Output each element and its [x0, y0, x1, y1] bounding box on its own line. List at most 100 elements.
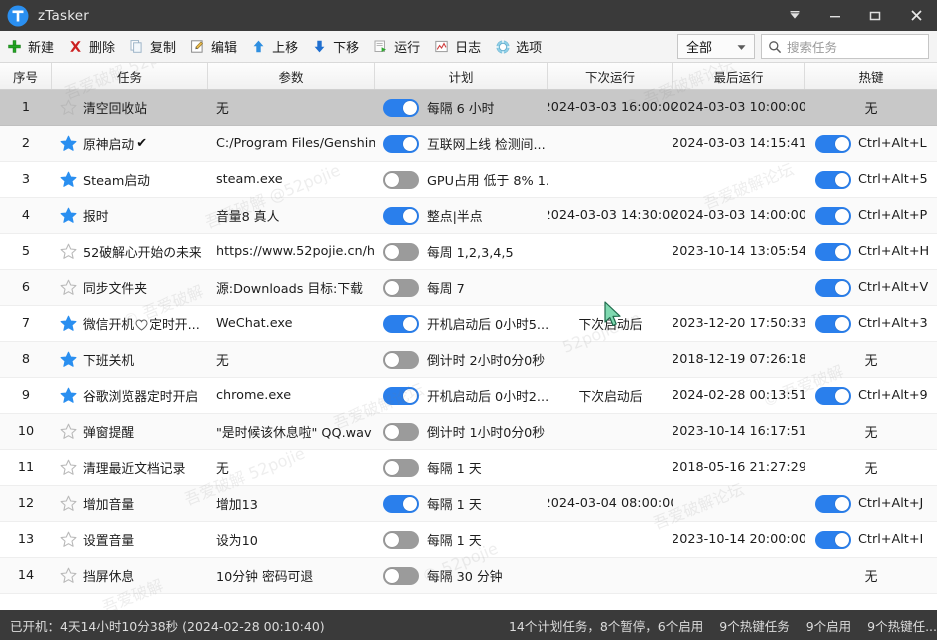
plan-toggle[interactable] — [383, 495, 419, 513]
hotkey-toggle[interactable] — [815, 315, 851, 333]
hotkey-toggle[interactable] — [815, 171, 851, 189]
table-row[interactable]: 552破解心开始の未来https://www.52pojie.cn/ho...每… — [0, 234, 937, 270]
star-icon[interactable] — [60, 567, 77, 584]
table-row[interactable]: 3Steam启动steam.exeGPU占用 低于 8% 1...Ctrl+Al… — [0, 162, 937, 198]
star-icon[interactable] — [60, 207, 77, 224]
plan-cell: 每隔 1 天 — [375, 450, 548, 485]
filter-select-value: 全部 — [678, 37, 712, 56]
column-header-param[interactable]: 参数 — [208, 63, 375, 89]
plan-toggle[interactable] — [383, 423, 419, 441]
log-button[interactable]: 日志 — [427, 32, 488, 62]
task-name: 增加音量 — [83, 494, 134, 513]
param-cell: 无 — [208, 450, 375, 485]
close-icon[interactable] — [895, 0, 937, 31]
task-cell: 谷歌浏览器定时开启 — [52, 378, 208, 413]
hotkey-toggle[interactable] — [815, 387, 851, 405]
plan-toggle[interactable] — [383, 351, 419, 369]
table-row[interactable]: 11清理最近文档记录无每隔 1 天2018-05-16 21:27:29无 — [0, 450, 937, 486]
minimize-icon[interactable] — [815, 0, 855, 31]
last-run-cell: 2023-10-14 13:05:54 — [673, 234, 805, 269]
plan-toggle[interactable] — [383, 279, 419, 297]
column-header-hotkey[interactable]: 热键 — [805, 63, 937, 89]
search-input[interactable]: 搜索任务 — [761, 34, 929, 59]
hotkey-toggle[interactable] — [815, 495, 851, 513]
star-icon[interactable] — [60, 171, 77, 188]
column-header-next[interactable]: 下次运行 — [548, 63, 673, 89]
column-header-index[interactable]: 序号 — [0, 63, 52, 89]
plan-toggle[interactable] — [383, 243, 419, 261]
run-button-label: 运行 — [394, 37, 420, 56]
toggle-knob — [385, 245, 399, 259]
run-button[interactable]: 运行 — [366, 32, 427, 62]
plan-toggle[interactable] — [383, 531, 419, 549]
table-row[interactable]: 7微信开机定时开...WeChat.exe开机启动后 0小时5...下次启动后2… — [0, 306, 937, 342]
chevron-down-icon[interactable] — [775, 0, 815, 31]
table-row[interactable]: 1清空回收站无每隔 6 小时2024-03-03 16:00:002024-03… — [0, 90, 937, 126]
table-row[interactable]: 2原神启动✔C:/Program Files/Genshin ...互联网上线 … — [0, 126, 937, 162]
new-button[interactable]: 新建 — [0, 32, 61, 62]
edit-button[interactable]: 编辑 — [183, 32, 244, 62]
star-icon[interactable] — [60, 531, 77, 548]
plan-toggle[interactable] — [383, 171, 419, 189]
hotkey-text: Ctrl+Alt+9 — [858, 388, 928, 403]
toggle-knob — [385, 461, 399, 475]
star-icon[interactable] — [60, 279, 77, 296]
next-run-cell — [548, 162, 673, 197]
star-icon[interactable] — [60, 135, 77, 152]
task-name: 原神启动 — [83, 134, 134, 153]
plan-text: 每隔 6 小时 — [427, 98, 494, 117]
table-row[interactable]: 10弹窗提醒"是时候该休息啦" QQ.wav倒计时 1小时0分0秒2023-10… — [0, 414, 937, 450]
star-icon[interactable] — [60, 243, 77, 260]
table-row[interactable]: 8下班关机无倒计时 2小时0分0秒2018-12-19 07:26:18无 — [0, 342, 937, 378]
column-header-plan[interactable]: 计划 — [375, 63, 548, 89]
star-icon[interactable] — [60, 459, 77, 476]
copy-button[interactable]: 复制 — [122, 32, 183, 62]
task-table: 序号 任务 参数 计划 下次运行 最后运行 热键 1清空回收站无每隔 6 小时2… — [0, 63, 937, 610]
star-icon[interactable] — [60, 495, 77, 512]
star-icon[interactable] — [60, 315, 77, 332]
move-up-button[interactable]: 上移 — [244, 32, 305, 62]
plan-text: 倒计时 1小时0分0秒 — [427, 422, 545, 441]
table-row[interactable]: 14挡屏休息10分钟 密码可退每隔 30 分钟无 — [0, 558, 937, 594]
plan-cell: 每隔 6 小时 — [375, 90, 548, 125]
table-row[interactable]: 13设置音量设为10每隔 1 天2023-10-14 20:00:00Ctrl+… — [0, 522, 937, 558]
hotkey-toggle[interactable] — [815, 279, 851, 297]
plan-toggle[interactable] — [383, 567, 419, 585]
task-cell: Steam启动 — [52, 162, 208, 197]
maximize-icon[interactable] — [855, 0, 895, 31]
copy-icon — [128, 38, 145, 55]
plan-toggle[interactable] — [383, 459, 419, 477]
table-row[interactable]: 6同步文件夹源:Downloads 目标:下载每周 7Ctrl+Alt+V — [0, 270, 937, 306]
table-row[interactable]: 4报时音量8 真人整点|半点2024-03-03 14:30:002024-03… — [0, 198, 937, 234]
task-cell: 同步文件夹 — [52, 270, 208, 305]
hotkey-toggle[interactable] — [815, 243, 851, 261]
task-name: 清空回收站 — [83, 98, 147, 117]
table-row[interactable]: 12增加音量增加13每隔 1 天2024-03-04 08:00:00Ctrl+… — [0, 486, 937, 522]
star-icon[interactable] — [60, 351, 77, 368]
star-icon[interactable] — [60, 423, 77, 440]
star-icon[interactable] — [60, 99, 77, 116]
plan-cell: 倒计时 1小时0分0秒 — [375, 414, 548, 449]
plan-toggle[interactable] — [383, 207, 419, 225]
table-row[interactable]: 9谷歌浏览器定时开启chrome.exe开机启动后 0小时2...下次启动后20… — [0, 378, 937, 414]
plan-toggle[interactable] — [383, 135, 419, 153]
plan-toggle[interactable] — [383, 99, 419, 117]
hotkey-toggle[interactable] — [815, 135, 851, 153]
hotkey-toggle[interactable] — [815, 207, 851, 225]
task-cell: 微信开机定时开... — [52, 306, 208, 341]
row-index: 2 — [0, 126, 52, 161]
delete-button[interactable]: 删除 — [61, 32, 122, 62]
star-icon[interactable] — [60, 387, 77, 404]
hotkey-toggle[interactable] — [815, 531, 851, 549]
plan-toggle[interactable] — [383, 387, 419, 405]
move-down-button[interactable]: 下移 — [305, 32, 366, 62]
options-button[interactable]: 选项 — [488, 32, 549, 62]
hotkey-cell: Ctrl+Alt+I — [805, 522, 937, 557]
column-header-task[interactable]: 任务 — [52, 63, 208, 89]
plan-toggle[interactable] — [383, 315, 419, 333]
column-header-last[interactable]: 最后运行 — [673, 63, 805, 89]
task-cell: 原神启动✔ — [52, 126, 208, 161]
toggle-knob — [835, 245, 849, 259]
filter-select[interactable]: 全部 — [677, 34, 755, 59]
param-cell: 源:Downloads 目标:下载 — [208, 270, 375, 305]
